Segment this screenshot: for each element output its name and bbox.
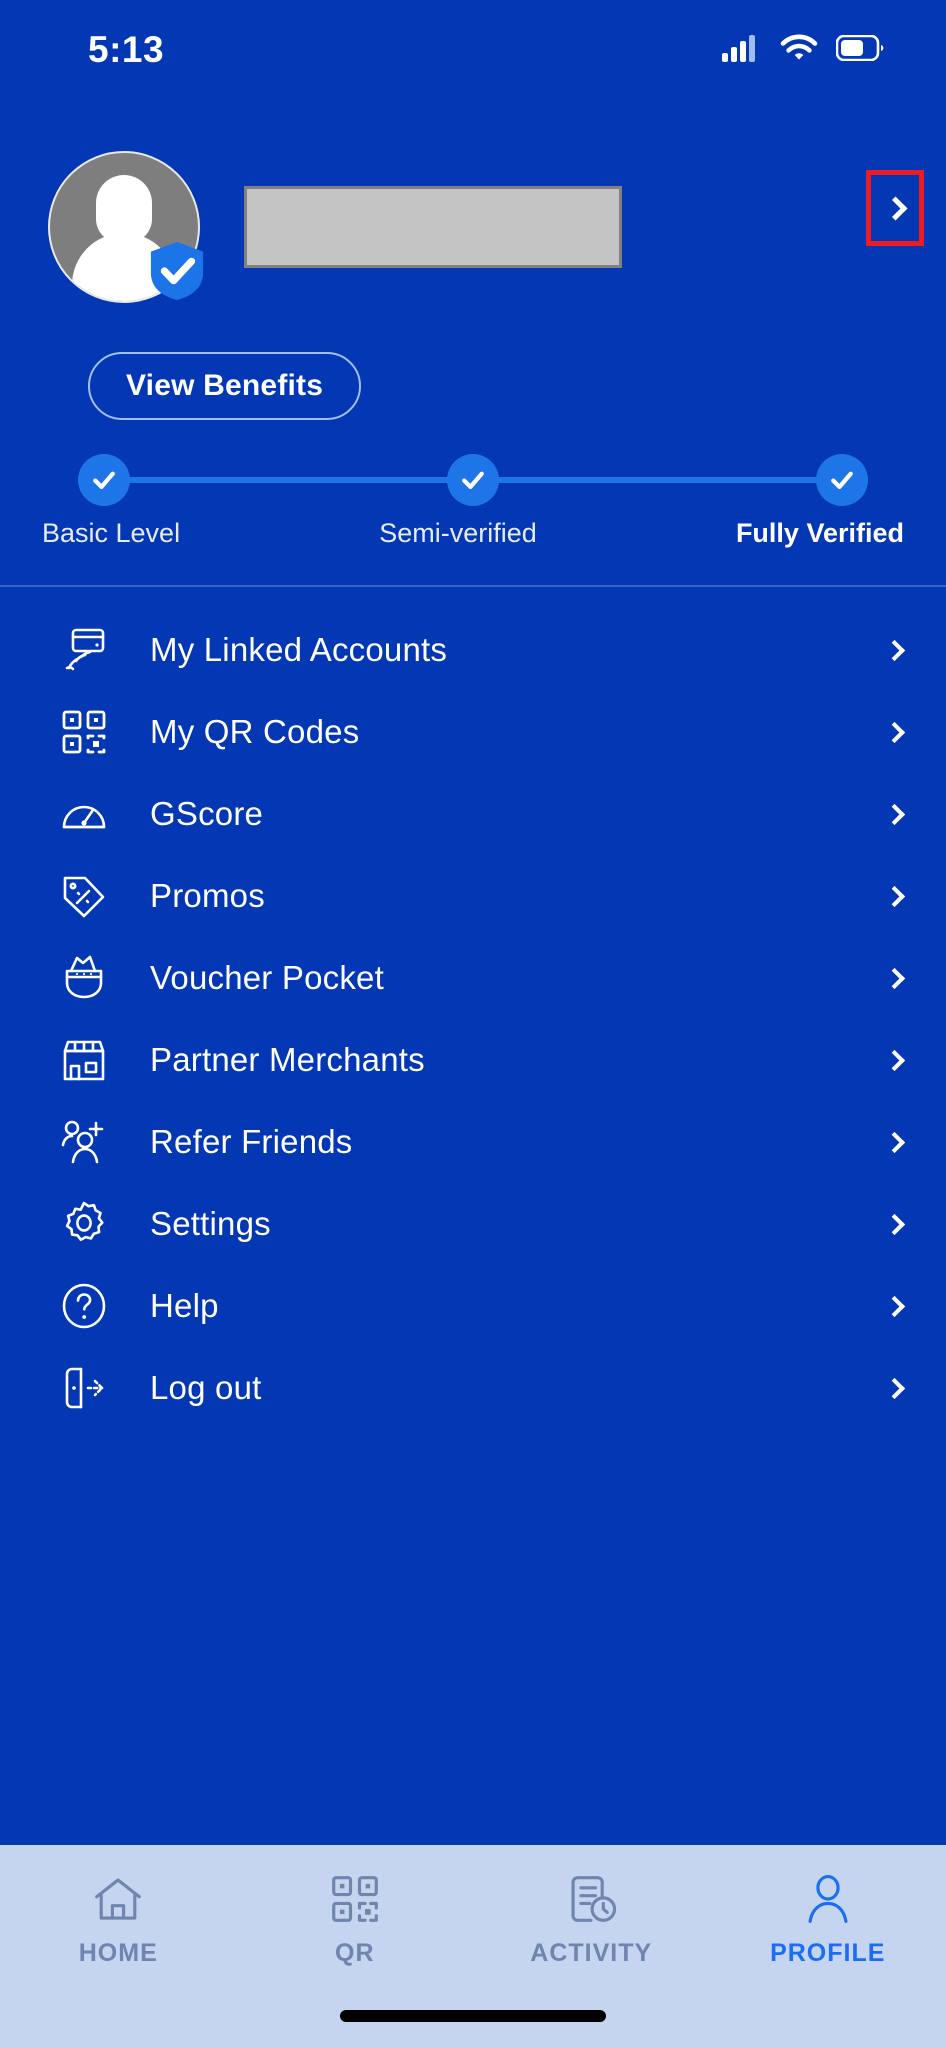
- menu-item-log-out[interactable]: Log out: [0, 1347, 946, 1429]
- check-icon: [831, 471, 853, 489]
- nav-item-profile[interactable]: PROFILE: [710, 1871, 946, 1968]
- step-dot-semi-verified[interactable]: [447, 454, 499, 506]
- nav-item-qr[interactable]: QR: [237, 1871, 474, 1968]
- menu-item-label: Partner Merchants: [150, 1041, 425, 1078]
- profile-summary-row[interactable]: [0, 142, 946, 312]
- profile-name-redaction: [244, 186, 622, 268]
- menu-item-my-qr-codes[interactable]: My QR Codes: [0, 691, 946, 773]
- nav-item-label: HOME: [78, 1939, 158, 1967]
- add-person-icon: [56, 1114, 112, 1170]
- shield-check-icon: [148, 241, 206, 301]
- price-tag-icon: [56, 868, 112, 924]
- speedometer-icon: [56, 786, 112, 842]
- menu-item-my-linked-accounts[interactable]: My Linked Accounts: [0, 609, 946, 691]
- nav-item-label: PROFILE: [770, 1939, 886, 1967]
- qr-code-icon: [327, 1871, 383, 1927]
- avatar[interactable]: [48, 151, 204, 303]
- menu-item-label: My QR Codes: [150, 713, 360, 750]
- chevron-right-icon: [868, 1377, 906, 1399]
- question-circle-icon: [56, 1278, 112, 1334]
- nav-item-label: QR: [335, 1939, 375, 1967]
- stepper-label-row: Basic Level Semi-verified Fully Verified: [42, 518, 904, 549]
- gear-icon: [56, 1196, 112, 1252]
- menu-item-gscore[interactable]: GScore: [0, 773, 946, 855]
- battery-icon: [835, 34, 884, 66]
- logout-door-icon: [56, 1360, 112, 1416]
- person-icon: [800, 1871, 856, 1927]
- view-benefits-button[interactable]: View Benefits: [88, 352, 362, 420]
- wifi-icon: [780, 33, 818, 67]
- menu-item-label: Promos: [150, 877, 265, 914]
- menu-item-refer-friends[interactable]: Refer Friends: [0, 1101, 946, 1183]
- nav-item-activity[interactable]: ACTIVITY: [473, 1871, 710, 1968]
- menu-item-label: Voucher Pocket: [150, 959, 384, 996]
- voucher-pocket-icon: [56, 950, 112, 1006]
- menu-item-settings[interactable]: Settings: [0, 1183, 946, 1265]
- profile-menu-list: My Linked Accounts My QR Codes GScore Pr…: [0, 587, 946, 1842]
- menu-item-label: My Linked Accounts: [150, 631, 448, 668]
- activity-clock-icon: [563, 1871, 619, 1927]
- chevron-right-icon: [868, 721, 906, 743]
- menu-item-label: Log out: [150, 1369, 262, 1406]
- step-label-fully-verified: Fully Verified: [735, 518, 904, 548]
- step-dot-basic-level[interactable]: [78, 454, 130, 506]
- menu-item-label: Settings: [150, 1205, 271, 1242]
- chevron-right-icon: [882, 195, 908, 221]
- menu-item-label: Help: [150, 1287, 219, 1324]
- check-icon: [93, 471, 115, 489]
- profile-detail-chevron-highlight[interactable]: [866, 170, 924, 246]
- menu-item-label: GScore: [150, 795, 264, 832]
- step-label-semi-verified: Semi-verified: [379, 518, 537, 548]
- chevron-right-icon: [868, 1131, 906, 1153]
- menu-item-help[interactable]: Help: [0, 1265, 946, 1347]
- chevron-right-icon: [868, 967, 906, 989]
- status-time: 5:13: [88, 29, 165, 70]
- profile-header: View Benefits Basic Level Semi-verified …: [0, 100, 946, 587]
- home-icon: [90, 1871, 146, 1927]
- app-screen: 5:13 View Benefits Basic Level Semi-veri…: [0, 0, 946, 2048]
- status-icon-group: [722, 33, 884, 67]
- chevron-right-icon: [868, 639, 906, 661]
- qr-code-icon: [56, 704, 112, 760]
- bottom-navigation: HOME QR ACTIVITY PROFILE: [0, 1842, 946, 2048]
- home-indicator: [340, 2010, 606, 2022]
- menu-item-promos[interactable]: Promos: [0, 855, 946, 937]
- nav-item-home[interactable]: HOME: [0, 1871, 237, 1968]
- menu-item-label: Refer Friends: [150, 1123, 353, 1160]
- step-dot-fully-verified[interactable]: [816, 454, 868, 506]
- storefront-icon: [56, 1032, 112, 1088]
- benefits-row: View Benefits: [0, 312, 946, 420]
- menu-item-partner-merchants[interactable]: Partner Merchants: [0, 1019, 946, 1101]
- stepper-track: [42, 454, 904, 506]
- chevron-right-icon: [868, 1049, 906, 1071]
- menu-item-voucher-pocket[interactable]: Voucher Pocket: [0, 937, 946, 1019]
- verification-stepper: Basic Level Semi-verified Fully Verified: [0, 420, 946, 549]
- linked-card-icon: [56, 622, 112, 678]
- status-bar: 5:13: [0, 0, 946, 100]
- header-divider: [0, 585, 946, 587]
- chevron-right-icon: [868, 1295, 906, 1317]
- chevron-right-icon: [868, 885, 906, 907]
- nav-item-label: ACTIVITY: [530, 1939, 653, 1967]
- cellular-signal-icon: [722, 34, 762, 67]
- chevron-right-icon: [868, 803, 906, 825]
- check-icon: [462, 471, 484, 489]
- chevron-right-icon: [868, 1213, 906, 1235]
- step-label-basic-level: Basic Level: [42, 518, 181, 548]
